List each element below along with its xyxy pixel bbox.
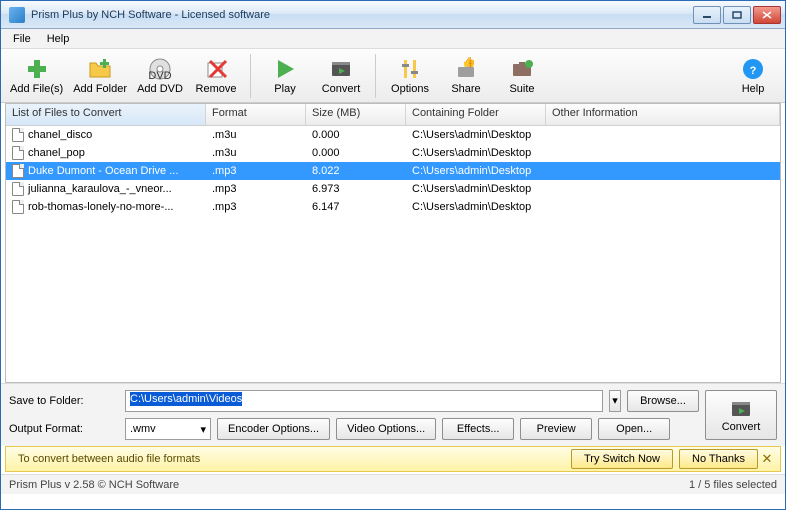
col-format[interactable]: Format <box>206 104 306 125</box>
browse-button[interactable]: Browse... <box>627 390 699 412</box>
share-icon: 👍 <box>454 57 478 81</box>
add-dvd-button[interactable]: DVD Add DVD <box>132 51 188 101</box>
window-title: Prism Plus by NCH Software - Licensed so… <box>31 9 691 21</box>
suite-icon <box>510 57 534 81</box>
output-format-label: Output Format: <box>9 423 119 435</box>
table-row[interactable]: chanel_disco.m3u0.000C:\Users\admin\Desk… <box>6 126 780 144</box>
grid-header: List of Files to Convert Format Size (MB… <box>6 104 780 126</box>
table-row[interactable]: julianna_karaulova_-_vneor....mp36.973C:… <box>6 180 780 198</box>
folder-plus-icon <box>88 57 112 81</box>
file-icon <box>12 164 24 178</box>
status-right: 1 / 5 files selected <box>689 479 777 491</box>
file-icon <box>12 182 24 196</box>
col-folder[interactable]: Containing Folder <box>406 104 546 125</box>
notification-bar: To convert between audio file formats Tr… <box>5 446 781 472</box>
save-folder-dropdown-icon[interactable]: ▾ <box>609 390 621 412</box>
suite-button[interactable]: Suite <box>494 51 550 101</box>
encoder-options-button[interactable]: Encoder Options... <box>217 418 330 440</box>
help-button[interactable]: ? Help <box>725 51 781 101</box>
menu-help[interactable]: Help <box>39 31 78 47</box>
preview-button[interactable]: Preview <box>520 418 592 440</box>
chevron-down-icon: ▾ <box>200 423 206 436</box>
statusbar: Prism Plus v 2.58 © NCH Software 1 / 5 f… <box>1 474 785 494</box>
toolbar: Add File(s) Add Folder DVD Add DVD Remov… <box>1 49 785 103</box>
maximize-button[interactable] <box>723 6 751 24</box>
output-format-select[interactable]: .wmv▾ <box>125 418 211 440</box>
convert-icon <box>729 397 753 421</box>
video-options-button[interactable]: Video Options... <box>336 418 436 440</box>
file-grid: List of Files to Convert Format Size (MB… <box>5 103 781 383</box>
svg-text:?: ? <box>750 65 757 77</box>
file-icon <box>12 146 24 160</box>
close-button[interactable] <box>753 6 781 24</box>
share-button[interactable]: 👍 Share <box>438 51 494 101</box>
col-files[interactable]: List of Files to Convert <box>6 104 206 125</box>
col-other[interactable]: Other Information <box>546 104 780 125</box>
status-left: Prism Plus v 2.58 © NCH Software <box>9 479 179 491</box>
save-folder-input[interactable]: C:\Users\admin\Videos <box>125 390 603 412</box>
table-row[interactable]: rob-thomas-lonely-no-more-....mp36.147C:… <box>6 198 780 216</box>
effects-button[interactable]: Effects... <box>442 418 514 440</box>
remove-icon <box>204 57 228 81</box>
plus-green-icon <box>25 57 49 81</box>
menubar: File Help <box>1 29 785 49</box>
try-switch-button[interactable]: Try Switch Now <box>571 449 673 469</box>
play-button[interactable]: Play <box>257 51 313 101</box>
options-button[interactable]: Options <box>382 51 438 101</box>
controls-panel: Save to Folder: C:\Users\admin\Videos ▾ … <box>1 383 785 446</box>
options-icon <box>398 57 422 81</box>
convert-icon <box>329 57 353 81</box>
grid-body: chanel_disco.m3u0.000C:\Users\admin\Desk… <box>6 126 780 382</box>
dvd-icon: DVD <box>148 57 172 81</box>
add-files-button[interactable]: Add File(s) <box>5 51 68 101</box>
convert-button[interactable]: Convert <box>313 51 369 101</box>
help-icon: ? <box>741 57 765 81</box>
play-icon <box>273 57 297 81</box>
titlebar: Prism Plus by NCH Software - Licensed so… <box>1 1 785 29</box>
menu-file[interactable]: File <box>5 31 39 47</box>
no-thanks-button[interactable]: No Thanks <box>679 449 758 469</box>
file-icon <box>12 128 24 142</box>
notification-message: To convert between audio file formats <box>18 453 565 465</box>
convert-main-button[interactable]: Convert <box>705 390 777 440</box>
save-folder-label: Save to Folder: <box>9 395 119 407</box>
add-folder-button[interactable]: Add Folder <box>68 51 132 101</box>
minimize-button[interactable] <box>693 6 721 24</box>
remove-button[interactable]: Remove <box>188 51 244 101</box>
svg-text:DVD: DVD <box>148 70 171 81</box>
table-row[interactable]: chanel_pop.m3u0.000C:\Users\admin\Deskto… <box>6 144 780 162</box>
file-icon <box>12 200 24 214</box>
svg-text:👍: 👍 <box>462 57 476 68</box>
notification-close-icon[interactable]: ✕ <box>758 451 776 467</box>
app-icon <box>9 7 25 23</box>
table-row[interactable]: Duke Dumont - Ocean Drive ....mp38.022C:… <box>6 162 780 180</box>
open-button[interactable]: Open... <box>598 418 670 440</box>
col-size[interactable]: Size (MB) <box>306 104 406 125</box>
